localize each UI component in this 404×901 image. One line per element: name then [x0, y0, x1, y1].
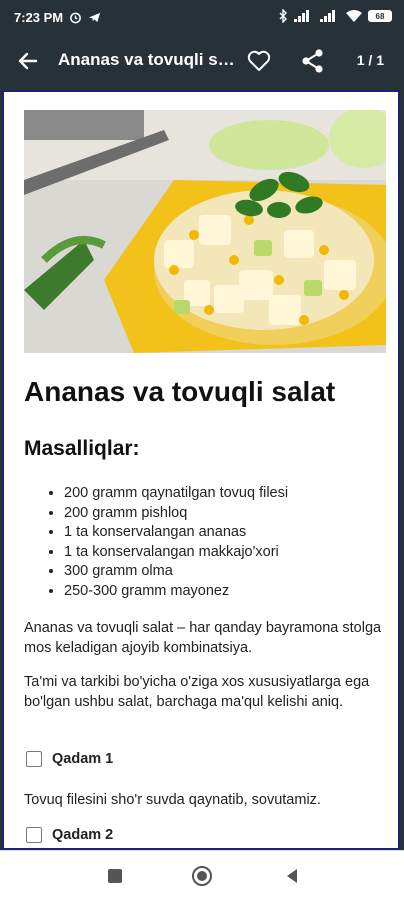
battery-icon: 68: [368, 10, 392, 22]
ingredient-item: 250-300 gramm mayonez: [64, 582, 288, 602]
app-bar: Ananas va tovuqli salat 1 / 1: [0, 36, 404, 86]
step-1-label: Qadam 1: [52, 751, 114, 767]
intro-paragraph-1: Ananas va tovuqli salat – har qanday bay…: [24, 620, 382, 656]
status-time: 7:23 PM: [14, 10, 64, 25]
step-2-label: Qadam 2: [52, 827, 114, 843]
wifi-icon: [346, 10, 362, 22]
step-1-checkbox[interactable]: [26, 751, 42, 767]
battery-level: 68: [375, 11, 385, 21]
page-counter: 1 / 1: [356, 52, 384, 68]
home-circle-icon[interactable]: [191, 865, 213, 887]
recipe-content[interactable]: Ananas va tovuqli salat Masalliqlar: 200…: [2, 90, 400, 850]
telegram-icon: [89, 12, 101, 23]
ingredient-item: 300 gramm olma: [64, 562, 288, 582]
recipe-title: Ananas va tovuqli salat: [24, 376, 336, 407]
system-nav-bar: [0, 850, 404, 901]
step-2[interactable]: Qadam 2: [26, 827, 113, 843]
intro-paragraph-2: Ta'mi va tarkibi bo'yicha o'ziga xos xus…: [24, 674, 370, 710]
status-bar: 7:23 PM 68: [0, 0, 404, 36]
recipe-photo: [24, 110, 386, 353]
step-2-checkbox[interactable]: [26, 827, 42, 843]
step-1[interactable]: Qadam 1: [26, 751, 113, 767]
recents-square-icon[interactable]: [108, 869, 122, 883]
favorite-heart-icon[interactable]: [246, 48, 272, 74]
back-triangle-icon[interactable]: [282, 866, 302, 886]
alarm-icon: [70, 12, 82, 24]
back-arrow-icon[interactable]: [16, 49, 40, 73]
ingredients-list: 200 gramm qaynatilgan tovuq filesi 200 g…: [24, 484, 288, 601]
ingredient-item: 200 gramm qaynatilgan tovuq filesi: [64, 484, 288, 504]
step-1-text: Tovuq filesini sho'r suvda qaynatib, sov…: [24, 792, 321, 808]
ingredients-heading: Masalliqlar:: [24, 437, 140, 460]
app-bar-title: Ananas va tovuqli salat: [58, 50, 238, 69]
bluetooth-icon: [279, 9, 287, 23]
ingredient-item: 1 ta konservalangan makkajo'xori: [64, 543, 288, 563]
signal-icon-2: [320, 10, 335, 22]
share-icon[interactable]: [300, 48, 326, 74]
ingredient-item: 200 gramm pishloq: [64, 504, 288, 524]
ingredient-item: 1 ta konservalangan ananas: [64, 523, 288, 543]
signal-icon: [294, 10, 309, 22]
